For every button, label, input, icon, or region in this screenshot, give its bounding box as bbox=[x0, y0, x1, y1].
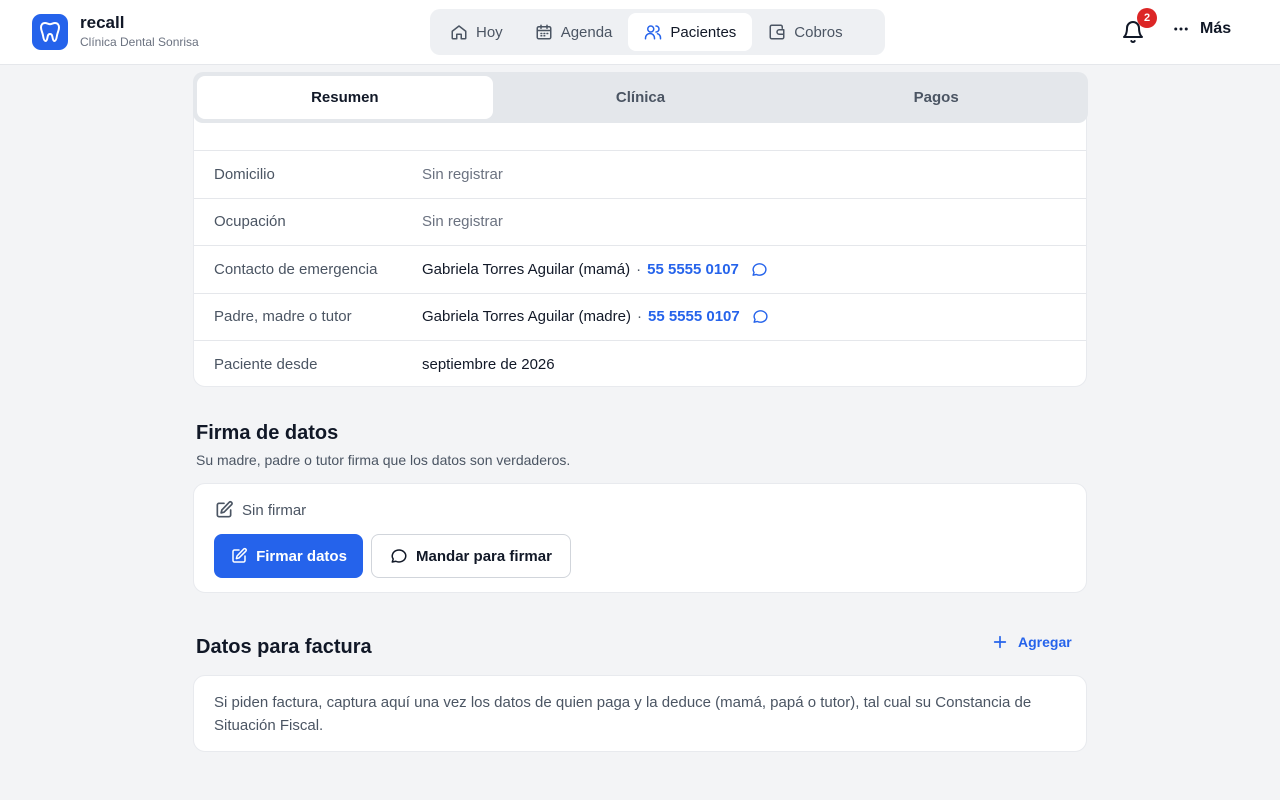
patient-info-card: Domicilio Sin registrar Ocupación Sin re… bbox=[193, 102, 1087, 387]
nav-item-label: Agenda bbox=[560, 23, 613, 41]
nav-item-hoy[interactable]: Hoy bbox=[434, 13, 519, 51]
nav-item-label: Cobros bbox=[794, 23, 843, 41]
nav-item-agenda[interactable]: Agenda bbox=[519, 13, 629, 51]
info-row-label: Ocupación bbox=[214, 213, 286, 231]
calendar-icon bbox=[536, 24, 552, 40]
chat-icon[interactable] bbox=[751, 261, 768, 278]
signature-status-text: Sin firmar bbox=[242, 501, 307, 519]
info-row-label: Paciente desde bbox=[214, 355, 318, 373]
users-icon bbox=[645, 25, 662, 40]
more-button[interactable]: Más bbox=[1172, 20, 1231, 38]
section-tabs: Resumen Clínica Pagos bbox=[193, 72, 1088, 123]
nav-item-label: Hoy bbox=[476, 23, 503, 41]
separator: · bbox=[636, 308, 642, 326]
edit-icon bbox=[232, 547, 247, 563]
info-row-value: Sin registrar bbox=[422, 165, 503, 183]
info-row-label: Domicilio bbox=[214, 165, 275, 183]
send-to-sign-label: Mandar para firmar bbox=[416, 547, 552, 565]
top-bar: recall Clínica Dental Sonrisa Hoy Agenda… bbox=[0, 0, 1280, 65]
notification-badge: 2 bbox=[1137, 8, 1157, 28]
guardian-name: Gabriela Torres Aguilar (madre) bbox=[422, 308, 631, 326]
sign-data-label: Firmar datos bbox=[256, 547, 347, 565]
home-icon bbox=[451, 25, 467, 40]
info-row: Contacto de emergencia Gabriela Torres A… bbox=[194, 245, 1086, 293]
info-row: Padre, madre o tutor Gabriela Torres Agu… bbox=[194, 292, 1086, 341]
chat-icon bbox=[391, 549, 407, 563]
main-nav: Hoy Agenda Pacientes Cobros bbox=[430, 9, 885, 55]
sign-data-button[interactable]: Firmar datos bbox=[214, 534, 363, 578]
tab-resumen[interactable]: Resumen bbox=[197, 76, 493, 119]
invoice-card: Si piden factura, captura aquí una vez l… bbox=[193, 675, 1087, 752]
info-row-value: Sin registrar bbox=[422, 213, 503, 231]
more-label: Más bbox=[1200, 20, 1232, 37]
nav-item-cobros[interactable]: Cobros bbox=[752, 13, 858, 51]
chat-icon[interactable] bbox=[752, 308, 769, 325]
emergency-phone-link[interactable]: 55 5555 0107 bbox=[647, 261, 739, 278]
plus-icon bbox=[993, 635, 1007, 649]
info-row: Domicilio Sin registrar bbox=[194, 150, 1086, 198]
send-to-sign-button[interactable]: Mandar para firmar bbox=[371, 534, 571, 578]
info-row-value: Gabriela Torres Aguilar (madre) · 55 555… bbox=[422, 308, 769, 325]
guardian-phone-link[interactable]: 55 5555 0107 bbox=[648, 308, 740, 325]
signature-title: Firma de datos bbox=[196, 422, 339, 444]
app-name: recall bbox=[80, 13, 125, 32]
tab-clinica[interactable]: Clínica bbox=[493, 76, 789, 119]
invoice-description: Si piden factura, captura aquí una vez l… bbox=[214, 694, 1032, 734]
add-invoice-label: Agregar bbox=[1018, 634, 1072, 650]
more-dots-icon bbox=[1174, 27, 1188, 31]
info-row: Ocupación Sin registrar bbox=[194, 197, 1086, 246]
separator: · bbox=[636, 260, 642, 278]
nav-item-label: Pacientes bbox=[670, 23, 737, 41]
signature-card: Sin firmar Firmar datos Mandar para firm… bbox=[193, 483, 1087, 593]
invoice-title: Datos para factura bbox=[196, 636, 372, 658]
clinic-name: Clínica Dental Sonrisa bbox=[80, 35, 199, 49]
info-row-label: Contacto de emergencia bbox=[214, 260, 378, 278]
add-invoice-button[interactable]: Agregar bbox=[992, 634, 1072, 650]
info-row-label: Padre, madre o tutor bbox=[214, 308, 352, 326]
wallet-icon bbox=[769, 24, 785, 40]
info-row: Paciente desde septiembre de 2026 bbox=[194, 340, 1086, 386]
tooth-icon bbox=[32, 14, 68, 50]
brand[interactable]: recall Clínica Dental Sonrisa bbox=[32, 14, 199, 50]
tab-pagos[interactable]: Pagos bbox=[788, 76, 1084, 119]
signature-status: Sin firmar bbox=[214, 500, 306, 520]
info-row-value: Gabriela Torres Aguilar (mamá) · 55 5555… bbox=[422, 261, 768, 278]
signature-subtitle: Su madre, padre o tutor firma que los da… bbox=[196, 452, 571, 468]
edit-icon bbox=[216, 501, 233, 518]
info-row-value: septiembre de 2026 bbox=[422, 355, 555, 373]
nav-item-pacientes[interactable]: Pacientes bbox=[628, 13, 753, 51]
emergency-contact-name: Gabriela Torres Aguilar (mamá) bbox=[422, 260, 631, 278]
